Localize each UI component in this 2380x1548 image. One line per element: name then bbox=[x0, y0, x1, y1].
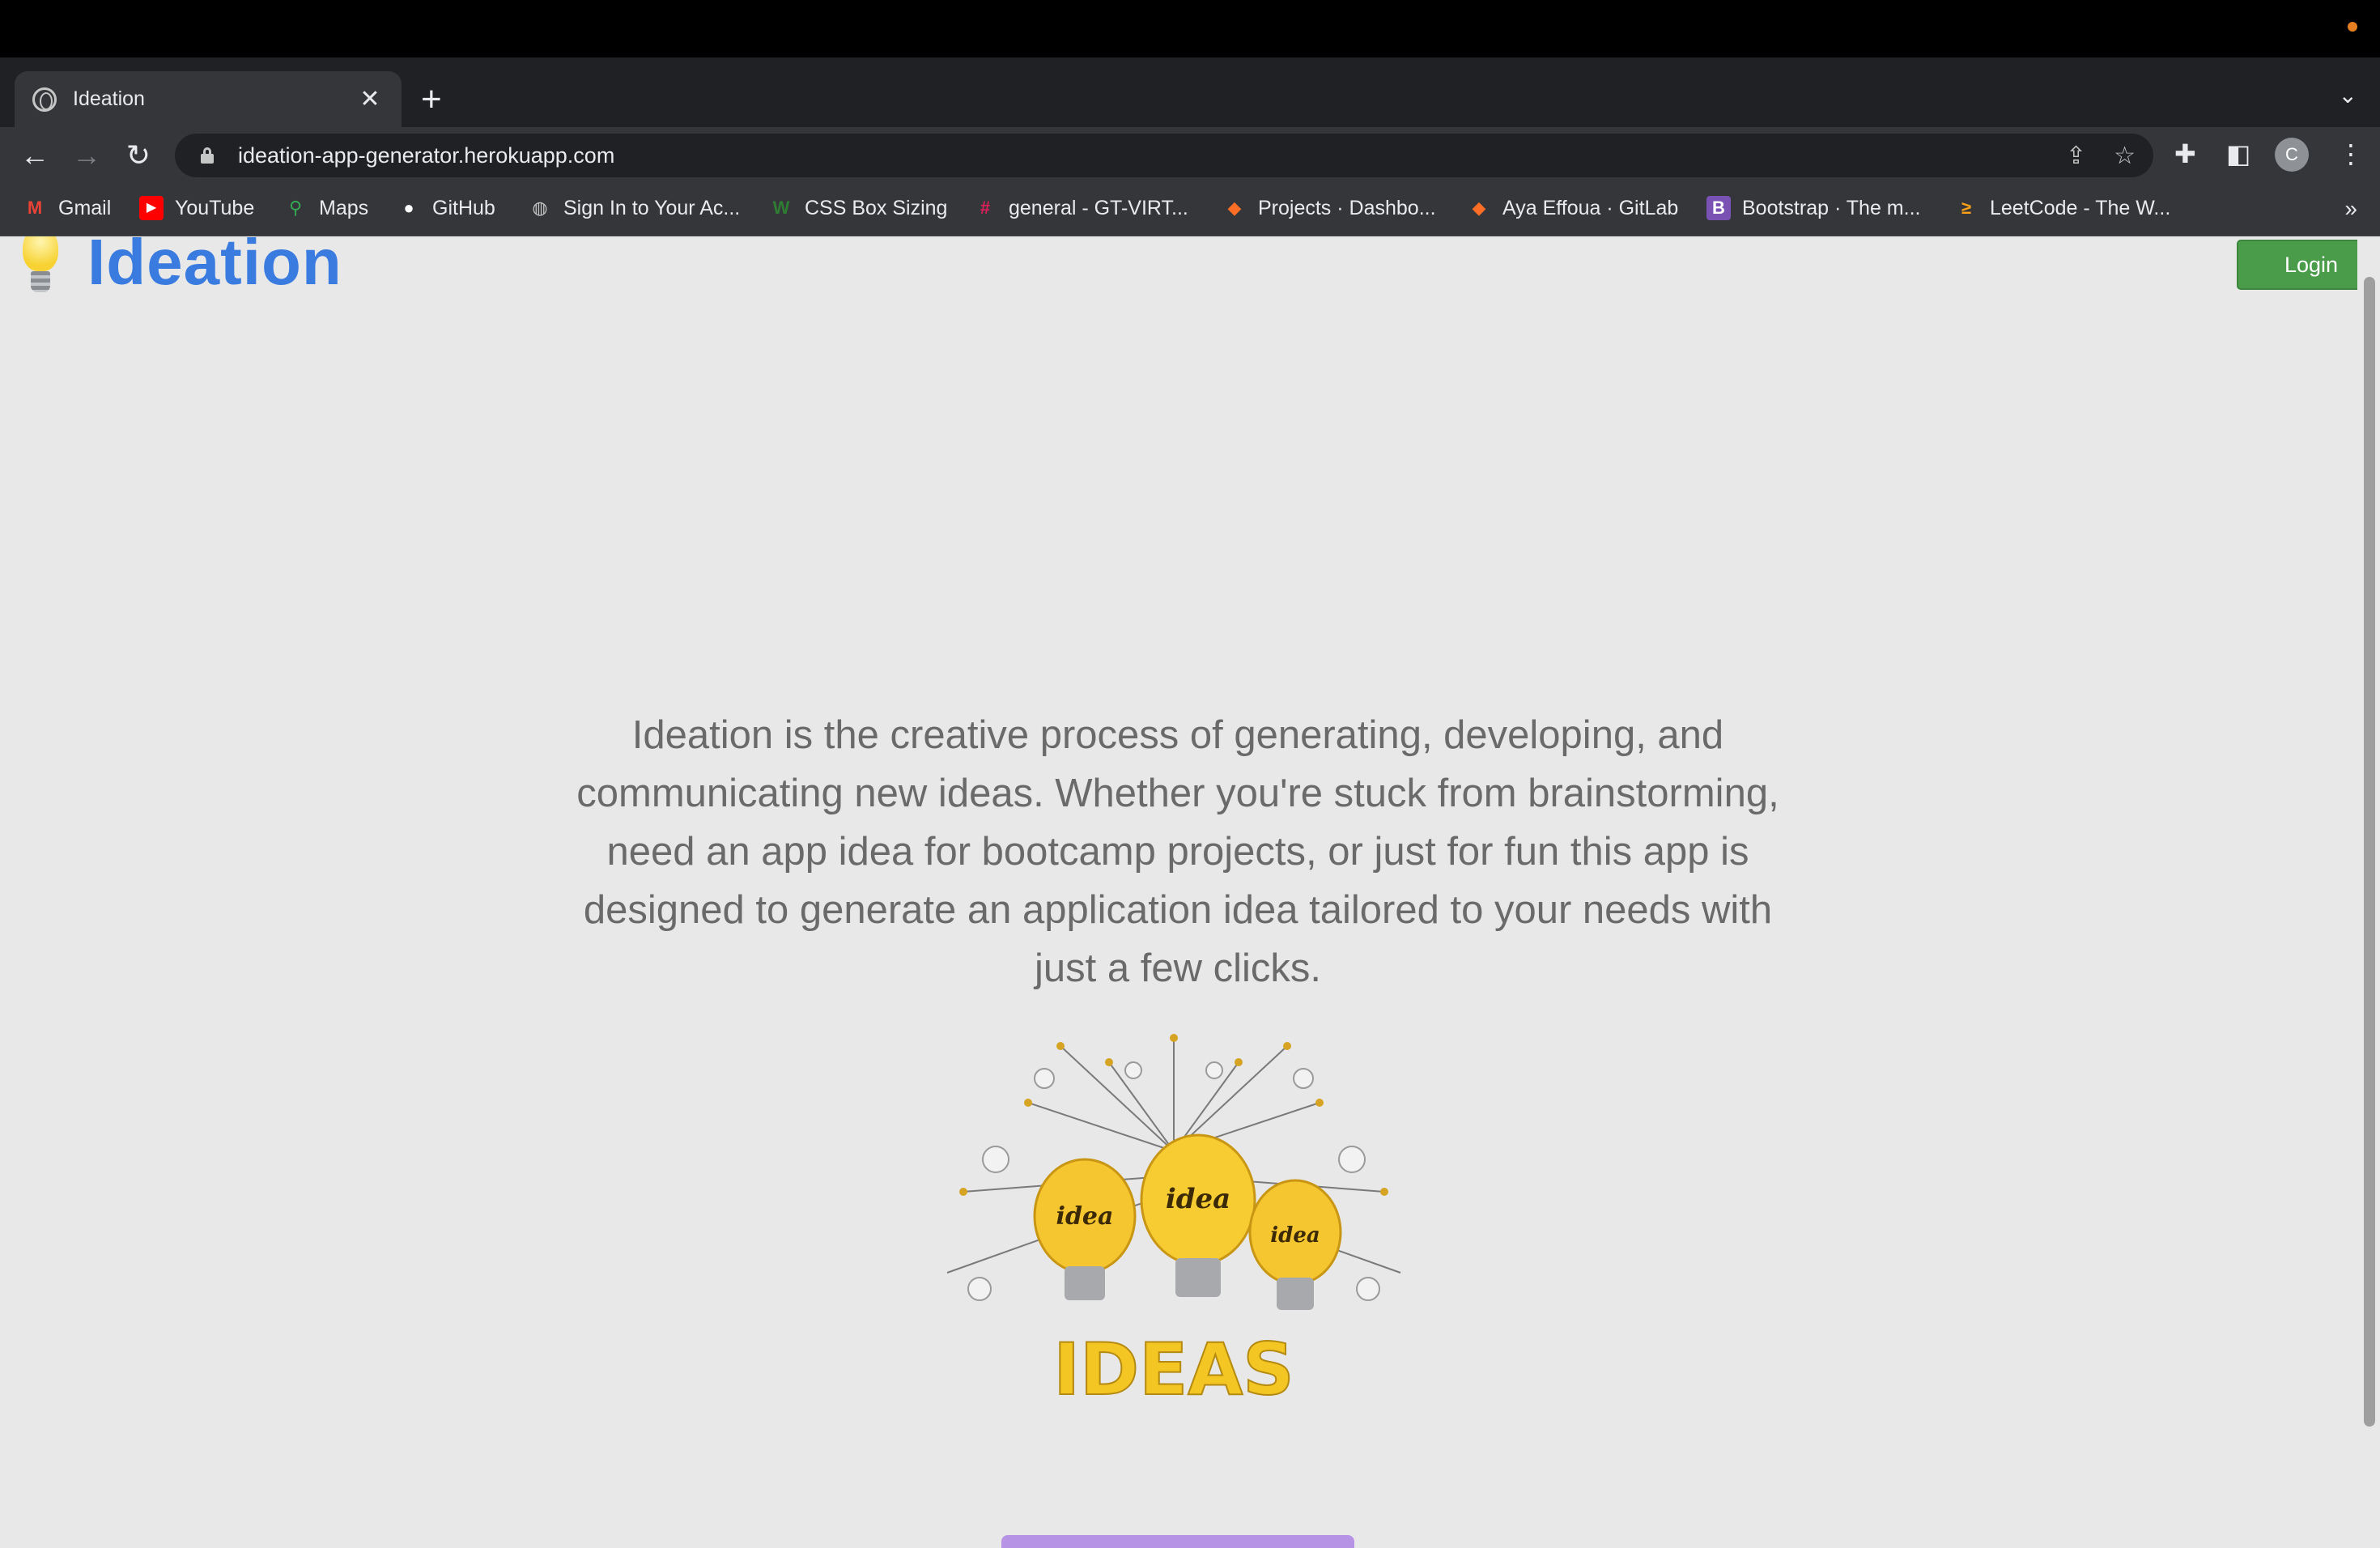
tab-title: Ideation bbox=[73, 87, 145, 110]
gitlab-icon: ◆ bbox=[1472, 198, 1486, 218]
bookmark-star-icon[interactable]: ☆ bbox=[2114, 142, 2136, 170]
share-icon[interactable]: ⇪ bbox=[2066, 142, 2086, 170]
bookmark-gitlab-projects[interactable]: ◆ Projects · Dashbo... bbox=[1222, 196, 1436, 220]
bookmark-sign-in[interactable]: ◍ Sign In to Your Ac... bbox=[528, 196, 740, 220]
youtube-icon: ▶ bbox=[139, 196, 164, 220]
w3schools-icon: W bbox=[772, 198, 790, 218]
bulb-word-right: idea bbox=[1270, 1223, 1320, 1248]
browser-toolbar: ← → ↻ ideation-app-generator.herokuapp.c… bbox=[0, 127, 2380, 183]
bookmark-gitlab-profile[interactable]: ◆ Aya Effoua · GitLab bbox=[1467, 196, 1679, 220]
generate-idea-button[interactable] bbox=[1001, 1535, 1354, 1548]
gmail-icon: M bbox=[27, 198, 43, 218]
ideas-headline: IDEAS bbox=[1053, 1328, 1294, 1411]
gitlab-icon: ◆ bbox=[1227, 198, 1242, 218]
maps-icon: ⚲ bbox=[288, 198, 303, 218]
page-content: Ideation Login Ideation is the creative … bbox=[0, 236, 2380, 1548]
github-icon: ● bbox=[403, 198, 414, 218]
bulb-word-left: idea bbox=[1056, 1202, 1114, 1231]
bookmark-maps[interactable]: ⚲ Maps bbox=[283, 196, 368, 220]
screen: Ideation ✕ + ⌄ ← → ↻ ideation-app-genera… bbox=[0, 0, 2380, 1548]
leetcode-icon: ≥ bbox=[1961, 198, 1972, 218]
bookmark-bootstrap[interactable]: B Bootstrap · The m... bbox=[1706, 196, 1920, 220]
tab-search-button[interactable]: ⌄ bbox=[2339, 82, 2357, 108]
slack-icon: # bbox=[980, 198, 991, 218]
bookmark-github[interactable]: ● GitHub bbox=[397, 196, 495, 220]
large-bulb-center: idea bbox=[1140, 1133, 1256, 1297]
address-bar[interactable]: ideation-app-generator.herokuapp.com ⇪ ☆ bbox=[175, 134, 2153, 177]
tab-strip: Ideation ✕ + ⌄ bbox=[0, 57, 2380, 127]
bulb-word-center: idea bbox=[1166, 1183, 1230, 1215]
page-scrollbar[interactable] bbox=[2357, 236, 2380, 1548]
new-tab-button[interactable]: + bbox=[421, 82, 442, 117]
brand-title: Ideation bbox=[87, 236, 342, 298]
large-bulb-right: idea bbox=[1248, 1179, 1342, 1310]
tab-close-button[interactable]: ✕ bbox=[356, 85, 384, 113]
recording-indicator-icon bbox=[2348, 22, 2357, 32]
bookmark-gmail[interactable]: M Gmail bbox=[23, 196, 111, 220]
reload-button[interactable]: ↻ bbox=[120, 137, 157, 174]
bookmark-leetcode[interactable]: ≥ LeetCode - The W... bbox=[1954, 196, 2170, 220]
macos-menu-bar bbox=[0, 0, 2380, 57]
bookmarks-overflow-button[interactable]: » bbox=[2344, 196, 2357, 222]
large-bulb-left: idea bbox=[1033, 1158, 1137, 1300]
lightbulb-icon bbox=[19, 236, 62, 299]
bookmarks-bar: M Gmail ▶ YouTube ⚲ Maps ● GitHub ◍ Sign… bbox=[0, 183, 2380, 236]
lock-icon[interactable] bbox=[201, 147, 214, 164]
tab-ideation[interactable]: Ideation ✕ bbox=[15, 71, 402, 127]
forward-button[interactable]: → bbox=[68, 137, 105, 174]
globe-icon: ◍ bbox=[532, 198, 548, 218]
bootstrap-icon: B bbox=[1706, 196, 1731, 220]
bookmark-slack-general[interactable]: # general - GT-VIRT... bbox=[973, 196, 1188, 220]
url-text[interactable]: ideation-app-generator.herokuapp.com bbox=[238, 143, 2038, 168]
extensions-icon[interactable]: ✚ bbox=[2174, 138, 2196, 169]
side-panel-icon[interactable]: ◧ bbox=[2226, 138, 2250, 169]
bookmark-css-box-sizing[interactable]: W CSS Box Sizing bbox=[769, 196, 948, 220]
intro-description: Ideation is the creative process of gene… bbox=[576, 713, 1779, 990]
scrollbar-thumb[interactable] bbox=[2364, 277, 2375, 1427]
browser-menu-icon[interactable]: ⋮ bbox=[2338, 138, 2364, 169]
bookmark-youtube[interactable]: ▶ YouTube bbox=[139, 196, 254, 220]
profile-avatar[interactable]: C bbox=[2275, 138, 2309, 172]
ideas-illustration: idea idea idea IDEAS bbox=[946, 1034, 1401, 1412]
globe-icon bbox=[32, 87, 57, 112]
back-button[interactable]: ← bbox=[16, 137, 53, 174]
site-brand[interactable]: Ideation bbox=[19, 236, 342, 300]
